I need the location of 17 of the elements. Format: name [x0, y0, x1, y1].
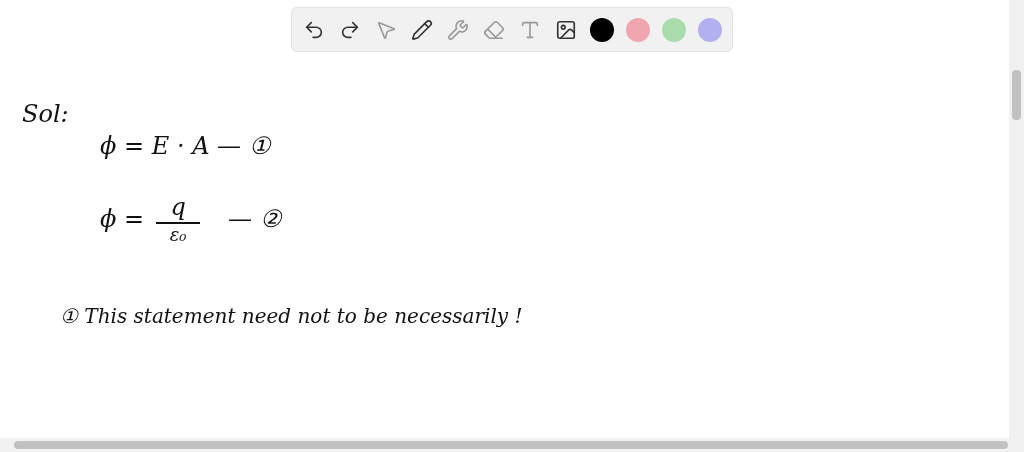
handwritten-text: q [170, 192, 186, 222]
handwritten-text: — ② [228, 204, 282, 236]
color-swatch[interactable] [662, 17, 686, 42]
vertical-scrollbar[interactable] [1009, 0, 1024, 438]
scrollbar-thumb[interactable] [14, 441, 1008, 449]
scrollbar-thumb[interactable] [1012, 70, 1021, 120]
horizontal-scrollbar[interactable] [0, 438, 1024, 452]
pen-icon[interactable] [410, 17, 434, 42]
handwritten-text: ϕ = [100, 204, 145, 236]
handwritten-text: ① This statement need not to be necessarily ! [60, 303, 523, 330]
handwritten-text: ϕ = E · A — ① [100, 131, 271, 162]
color-swatch[interactable] [698, 17, 722, 42]
color-swatch[interactable] [590, 17, 614, 42]
handwritten-text: Sol: [22, 99, 69, 130]
wrench-icon[interactable] [446, 17, 470, 42]
handwritten-text: ε₀ [169, 224, 187, 247]
color-swatch[interactable] [626, 17, 650, 42]
